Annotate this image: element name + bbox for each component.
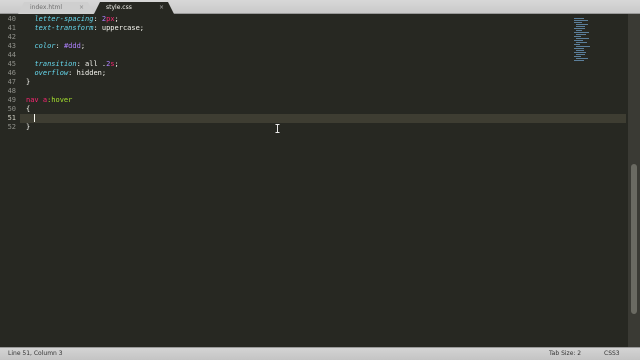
- minimap-line: [574, 60, 584, 61]
- status-bar: Line 51, Column 3 Tab Size: 2 CSS3: [0, 347, 640, 360]
- code-text: {: [26, 105, 31, 113]
- tab-size-selector[interactable]: Tab Size: 2: [549, 348, 581, 360]
- code-text: nav a:hover: [26, 96, 73, 104]
- code-text: text-transform: uppercase;: [34, 24, 145, 32]
- code-line[interactable]: 44: [0, 51, 628, 60]
- minimap-line: [574, 56, 581, 57]
- minimap-line: [574, 40, 583, 41]
- line-number: 41: [7, 24, 16, 32]
- minimap-line: [574, 48, 584, 49]
- code-text: }: [26, 123, 31, 131]
- minimap-line: [574, 36, 581, 37]
- minimap-line: [574, 20, 588, 21]
- minimap-line: [574, 44, 580, 45]
- code-line[interactable]: 49 nav a:hover: [0, 96, 628, 105]
- code-line[interactable]: 50 {: [0, 105, 628, 114]
- vertical-scrollbar[interactable]: [628, 14, 640, 347]
- cursor-position: Line 51, Column 3: [8, 350, 63, 357]
- code-text: }: [26, 78, 31, 86]
- line-number: 48: [7, 87, 16, 95]
- line-number: 49: [7, 96, 16, 104]
- minimap-line: [574, 18, 584, 19]
- code-line[interactable]: 47}: [0, 78, 628, 87]
- code-text: transition: all .2s;: [34, 60, 119, 68]
- minimap-line: [574, 22, 582, 23]
- minimap-line: [574, 52, 586, 53]
- code-line[interactable]: 41 text-transform: uppercase;: [0, 24, 628, 33]
- minimap-line: [576, 34, 586, 35]
- code-text: overflow: hidden;: [34, 69, 107, 77]
- code-line[interactable]: 42: [0, 33, 628, 42]
- minimap-line: [576, 54, 585, 55]
- code-line[interactable]: 45 transition: all .2s;: [0, 60, 628, 69]
- line-number: 51: [7, 114, 16, 122]
- scroll-thumb[interactable]: [631, 164, 637, 314]
- line-number: 50: [7, 105, 16, 113]
- minimap[interactable]: [570, 14, 620, 74]
- syntax-selector[interactable]: CSS3: [604, 348, 620, 360]
- code-line[interactable]: 52}: [0, 123, 628, 132]
- line-number: 45: [7, 60, 16, 68]
- text-caret: [34, 114, 36, 122]
- code-line[interactable]: 48: [0, 87, 628, 96]
- line-number: 52: [7, 123, 16, 131]
- minimap-line: [576, 42, 587, 43]
- minimap-line: [576, 24, 588, 25]
- line-number: 42: [7, 33, 16, 41]
- tab-label: index.html: [30, 4, 62, 11]
- code-line[interactable]: 51: [0, 114, 628, 123]
- tab-style-css[interactable]: style.css ×: [94, 2, 174, 14]
- close-icon[interactable]: ×: [159, 2, 164, 14]
- code-text: letter-spacing: 2px;: [34, 15, 119, 23]
- code-line[interactable]: 40 letter-spacing: 2px;: [0, 15, 628, 24]
- code-text: color: #ddd;: [34, 42, 86, 50]
- minimap-line: [576, 46, 590, 47]
- code-line[interactable]: 43 color: #ddd;: [0, 42, 628, 51]
- minimap-line: [576, 26, 585, 27]
- line-number: 47: [7, 78, 16, 86]
- line-number: 43: [7, 42, 16, 50]
- line-number: 46: [7, 69, 16, 77]
- ibeam-cursor-icon: [275, 124, 280, 133]
- line-number: 44: [7, 51, 16, 59]
- code-editor[interactable]: 40 letter-spacing: 2px; 41 text-transform…: [0, 14, 628, 347]
- code-line[interactable]: 46 overflow: hidden;: [0, 69, 628, 78]
- minimap-line: [576, 38, 589, 39]
- minimap-line: [574, 28, 585, 29]
- tab-index-html[interactable]: index.html ×: [18, 2, 94, 14]
- code-text: [26, 114, 36, 123]
- tab-label: style.css: [106, 4, 132, 11]
- close-icon[interactable]: ×: [79, 2, 84, 14]
- minimap-line: [576, 30, 582, 31]
- line-number: 40: [7, 15, 16, 23]
- minimap-line: [576, 50, 584, 51]
- minimap-line: [576, 58, 588, 59]
- minimap-line: [574, 32, 589, 33]
- tab-bar: index.html × style.css ×: [0, 0, 640, 14]
